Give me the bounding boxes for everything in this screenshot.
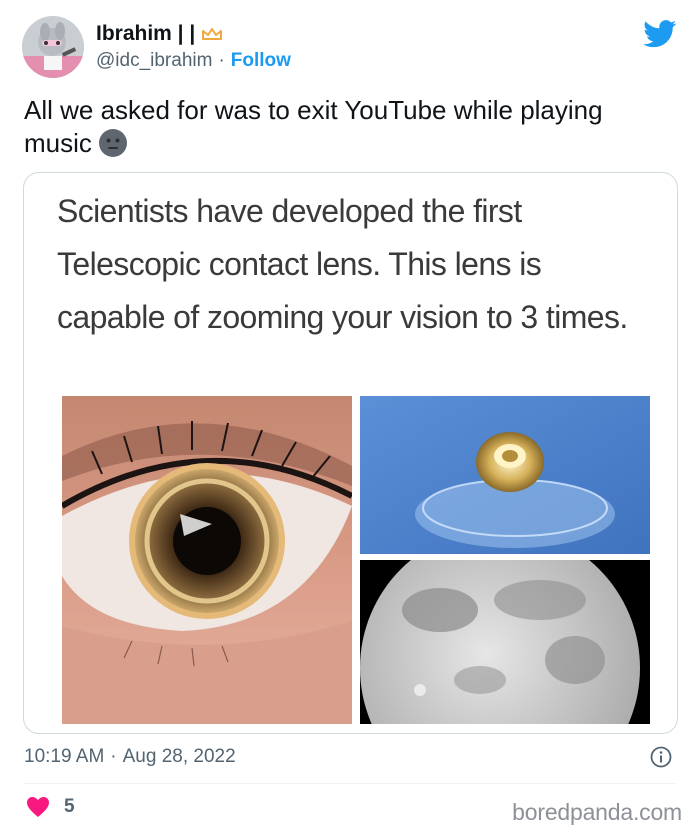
follow-button[interactable]: Follow	[231, 50, 291, 71]
tweet-text: All we asked for was to exit YouTube whi…	[24, 94, 674, 160]
neutral-face-emoji	[98, 129, 127, 157]
timestamp[interactable]: 10:19 AM · Aug 28, 2022	[24, 746, 236, 768]
contact-lens-photo	[360, 396, 650, 554]
display-name[interactable]: Ibrahim | |	[96, 22, 195, 46]
crown-icon	[202, 28, 223, 40]
handle-separator: ·	[218, 50, 225, 71]
like-button[interactable]: 5	[26, 796, 75, 818]
twitter-bird-icon[interactable]	[643, 20, 677, 48]
tweet-time: 10:19 AM	[24, 746, 105, 767]
watermark: boredpanda.com	[512, 799, 682, 825]
eye-lens-photo	[62, 396, 352, 724]
divider	[24, 783, 676, 784]
heart-icon	[27, 797, 49, 817]
like-count: 5	[64, 796, 75, 817]
tweet-card: Ibrahim | | @idc_ibrahim · Follow All we a…	[0, 0, 700, 837]
user-handle[interactable]: @idc_ibrahim	[96, 50, 212, 71]
handle-row: @idc_ibrahim · Follow	[96, 50, 291, 72]
info-icon[interactable]	[650, 746, 672, 768]
tweet-media[interactable]: Scientists have developed the first Tele…	[23, 172, 678, 734]
time-separator: ·	[110, 746, 117, 767]
avatar[interactable]	[22, 16, 84, 78]
user-name-row: Ibrahim | |	[96, 22, 223, 46]
tweet-date: Aug 28, 2022	[122, 746, 236, 767]
avatar-image	[22, 16, 84, 78]
media-caption: Scientists have developed the first Tele…	[57, 193, 628, 335]
moon-photo	[360, 560, 650, 724]
